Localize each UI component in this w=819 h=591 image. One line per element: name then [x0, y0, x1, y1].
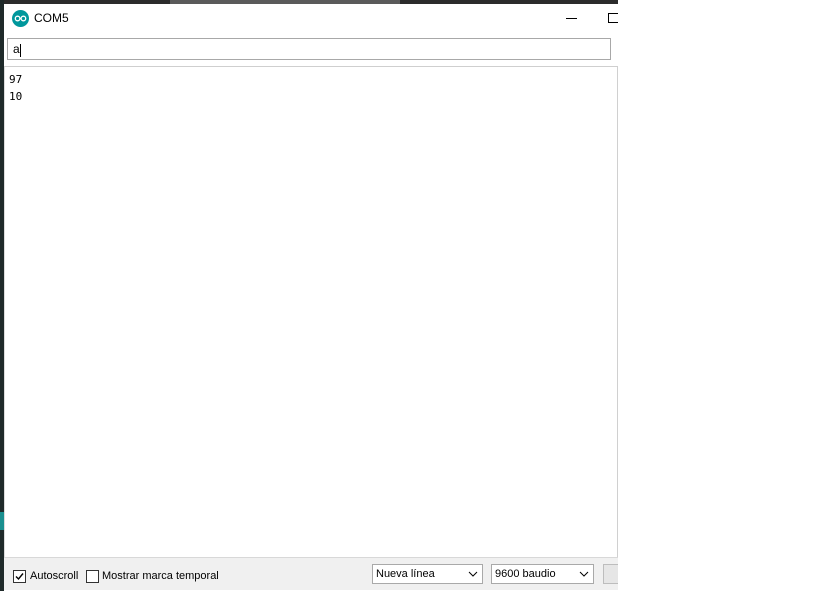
timestamp-checkbox[interactable]	[86, 570, 99, 583]
serial-monitor-window: COM5 97 10 Autoscroll Mostrar marca temp…	[4, 4, 618, 590]
window-title: COM5	[34, 11, 69, 25]
minimize-button[interactable]	[559, 6, 583, 30]
checkmark-icon	[15, 573, 24, 581]
serial-output[interactable]: 97 10	[4, 67, 617, 557]
autoscroll-checkbox[interactable]	[13, 570, 26, 583]
send-row	[4, 32, 618, 67]
maximize-button[interactable]	[608, 13, 618, 23]
line-ending-value: Nueva línea	[376, 568, 435, 580]
chevron-down-icon	[579, 571, 589, 577]
send-input[interactable]	[7, 38, 611, 60]
chevron-down-icon	[468, 571, 478, 577]
text-caret	[20, 44, 21, 57]
minimize-icon	[565, 17, 577, 19]
line-ending-dropdown[interactable]: Nueva línea	[372, 564, 483, 584]
output-line: 97	[9, 73, 23, 86]
baud-rate-value: 9600 baudio	[495, 568, 556, 580]
autoscroll-label: Autoscroll	[30, 570, 79, 582]
status-bar: Autoscroll Mostrar marca temporal Nueva …	[4, 557, 618, 590]
title-bar[interactable]: COM5	[4, 4, 618, 32]
clear-output-button[interactable]	[603, 564, 618, 584]
output-line: 10	[9, 90, 23, 103]
baud-rate-dropdown[interactable]: 9600 baudio	[491, 564, 594, 584]
arduino-logo-icon	[12, 10, 29, 27]
timestamp-label: Mostrar marca temporal	[102, 570, 219, 582]
